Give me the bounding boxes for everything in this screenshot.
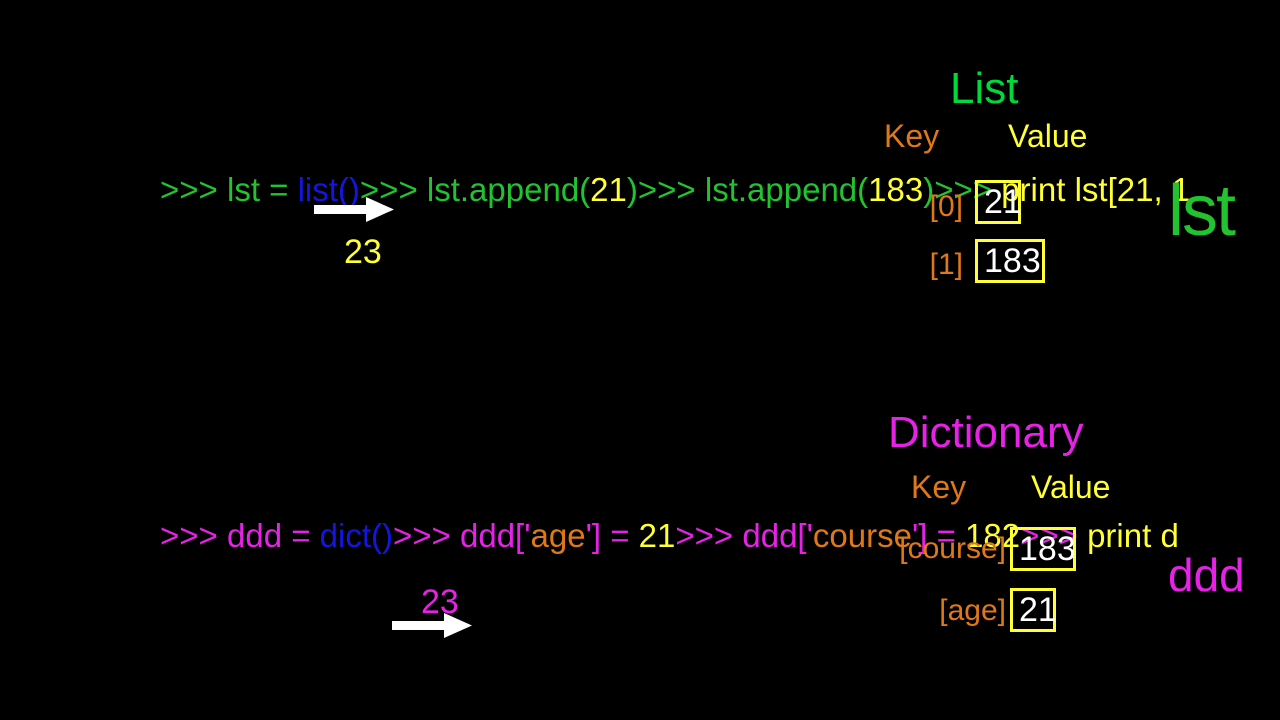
list-code-seg-2: >>> lst.append( xyxy=(359,171,591,208)
list-row-value: 21 xyxy=(975,180,1022,224)
list-row-value: 183 xyxy=(975,239,1045,283)
dictionary-row-key: [age] xyxy=(939,594,1006,627)
list-code-seg-5: >>> lst.append( xyxy=(637,171,869,208)
dictionary-key-column-header: Key xyxy=(911,469,967,505)
dictionary-row-value: 183 xyxy=(1010,527,1076,571)
list-code-seg-3: 21 xyxy=(590,171,627,208)
list-annotation-number: 23 xyxy=(344,233,382,271)
list-code-seg-4: ) xyxy=(626,171,638,208)
list-value-column-header: Value xyxy=(1008,118,1088,154)
dictionary-overlay-word: ddd xyxy=(1168,549,1245,601)
arrow-right-icon xyxy=(392,613,472,644)
list-code-seg-0: >>> lst = xyxy=(160,171,298,208)
list-section-title: List xyxy=(950,64,1019,113)
dict-code-seg-0: >>> ddd = xyxy=(160,517,320,554)
dict-code-seg-5: 21 xyxy=(638,517,676,554)
dictionary-value-column-header: Value xyxy=(1031,469,1111,505)
dictionary-row-key: [course] xyxy=(899,532,1006,565)
dict-code-seg-6: >>> ddd[' xyxy=(675,517,813,554)
dict-code-seg-11: print d xyxy=(1087,517,1179,554)
dict-code-seg-1: dict() xyxy=(319,517,393,554)
dictionary-section-title: Dictionary xyxy=(888,408,1084,457)
list-overlay-word: lst xyxy=(1168,171,1236,251)
dict-code-seg-2: >>> ddd[' xyxy=(393,517,531,554)
list-key-column-header: Key xyxy=(884,118,940,154)
list-row-key: [1] xyxy=(929,248,963,281)
list-row-key: [0] xyxy=(929,190,963,223)
dictionary-row-value: 21 xyxy=(1010,588,1057,632)
dict-code-seg-3: age xyxy=(530,517,586,554)
slide-canvas: List Key Value >>> lst = list()>>> lst.a… xyxy=(0,0,1280,720)
arrow-right-icon xyxy=(314,197,394,228)
dict-code-seg-4: '] = xyxy=(585,517,639,554)
